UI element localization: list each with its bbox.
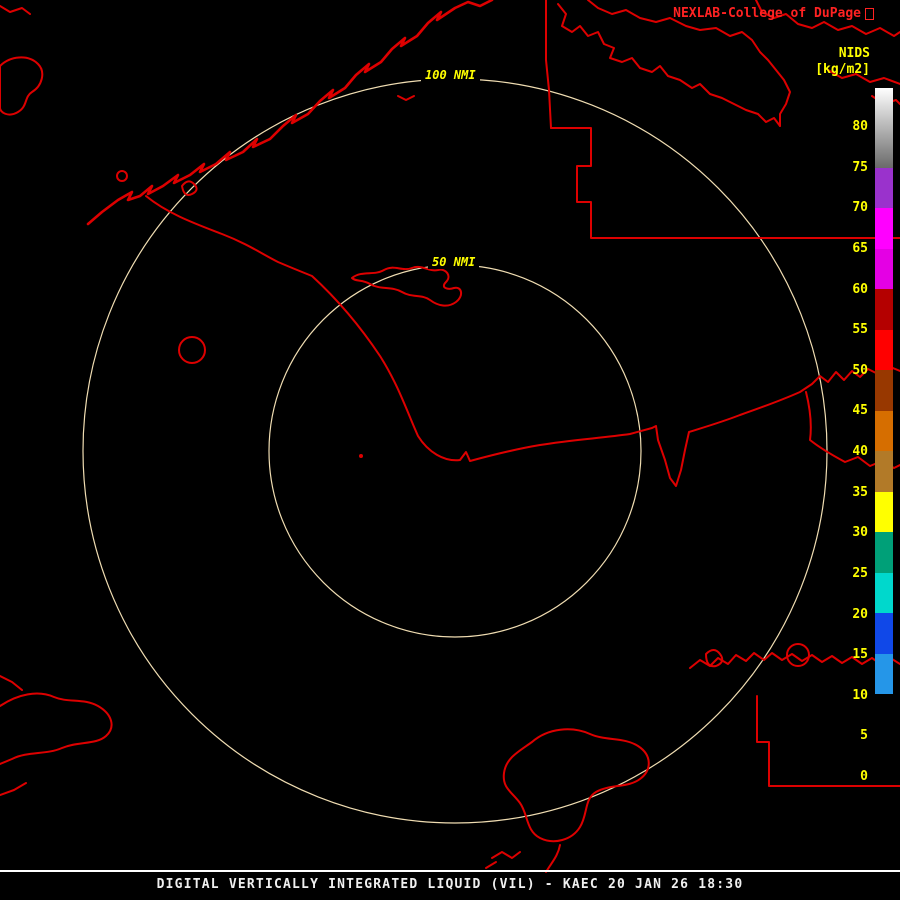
colorbar-segment-40-45 bbox=[875, 411, 893, 451]
island-top-left-corner bbox=[0, 56, 44, 116]
radar-map-canvas bbox=[0, 0, 900, 873]
colorbar-segment-65-70 bbox=[875, 208, 893, 249]
colorbar-tick-75: 75 bbox=[852, 159, 868, 175]
colorbar-segment-70-75 bbox=[875, 168, 893, 208]
colorbar-tick-10: 10 bbox=[852, 687, 868, 703]
coast-south-detail-2 bbox=[485, 861, 497, 869]
coastline-northwest bbox=[86, 0, 494, 226]
range-ring-label-100nmi: 100 NMI bbox=[421, 68, 480, 82]
colorbar-segment-60-65 bbox=[875, 249, 893, 289]
colorbar-segment-10-15 bbox=[875, 654, 893, 694]
colorbar-segment-25-30 bbox=[875, 532, 893, 573]
scale-title: NIDS bbox=[838, 46, 870, 61]
colorbar-segment-75-80plus bbox=[875, 88, 893, 168]
colorbar-segment-30-35 bbox=[875, 492, 893, 532]
logo-glyph-icon bbox=[865, 7, 874, 20]
colorbar-tick-0: 0 bbox=[860, 769, 868, 784]
colorbar-labels: 80 75 70 65 60 55 50 45 40 35 30 25 20 15 10 5 0 bbox=[832, 119, 868, 785]
colorbar-segment-50-55 bbox=[875, 330, 893, 370]
scale-units: [kg/m2] bbox=[815, 62, 870, 77]
island-small-northwest bbox=[181, 180, 198, 196]
range-ring-100nmi bbox=[82, 78, 828, 824]
coast-west-edge bbox=[0, 675, 23, 691]
coast-top-left-edge bbox=[0, 5, 31, 15]
islet-west bbox=[116, 170, 128, 182]
product-title: DIGITAL VERTICALLY INTEGRATED LIQUID (VI… bbox=[156, 877, 744, 892]
colorbar-segment-20-25 bbox=[875, 573, 893, 613]
island-circle-west bbox=[178, 336, 206, 364]
credit-text: NEXLAB-College of DuPage bbox=[673, 6, 861, 21]
colorbar-tick-65: 65 bbox=[852, 240, 868, 256]
range-ring-50nmi bbox=[268, 264, 642, 638]
coastline-detail-north bbox=[397, 95, 415, 101]
colorbar-segment-35-40 bbox=[875, 451, 893, 492]
credit-banner: NEXLAB-College of DuPage bbox=[673, 6, 874, 21]
island-south-tail bbox=[545, 844, 561, 873]
colorbar-tick-5: 5 bbox=[860, 728, 868, 744]
range-ring-label-50nmi: 50 NMI bbox=[428, 255, 480, 269]
boundary-vertical-north bbox=[545, 0, 552, 129]
colorbar-tick-45: 45 bbox=[852, 403, 868, 419]
colorbar-segment-55-60 bbox=[875, 289, 893, 330]
radar-display: 100 NMI 50 NMI NEXLAB-College of DuPage … bbox=[0, 0, 900, 900]
coastline-northeast-1 bbox=[557, 3, 781, 127]
colorbar-tick-25: 25 bbox=[852, 565, 868, 581]
colorbar-tick-80: 80 bbox=[852, 119, 868, 134]
colorbar-tick-60: 60 bbox=[852, 281, 868, 297]
colorbar-segment-0-5 bbox=[875, 735, 893, 783]
colorbar-tick-50: 50 bbox=[852, 362, 868, 378]
colorbar-tick-15: 15 bbox=[852, 647, 868, 663]
islet-center bbox=[359, 454, 363, 458]
colorbar-tick-70: 70 bbox=[852, 200, 868, 216]
colorbar-tick-35: 35 bbox=[852, 484, 868, 500]
colorbar-segment-45-50 bbox=[875, 370, 893, 411]
colorbar-segment-15-20 bbox=[875, 613, 893, 654]
colorbar-tick-30: 30 bbox=[852, 525, 868, 541]
coast-southwest-edge bbox=[0, 782, 27, 796]
coast-south-detail-1 bbox=[491, 851, 521, 859]
colorbar-tick-20: 20 bbox=[852, 606, 868, 622]
colorbar-tick-55: 55 bbox=[852, 322, 868, 338]
footer-separator-line bbox=[0, 870, 900, 872]
island-south-central bbox=[502, 728, 650, 843]
coastline-main bbox=[145, 195, 900, 487]
island-southwest bbox=[0, 692, 113, 765]
colorbar-segments bbox=[875, 88, 893, 783]
colorbar-tick-40: 40 bbox=[852, 444, 868, 459]
colorbar-segment-5-10 bbox=[875, 694, 893, 735]
